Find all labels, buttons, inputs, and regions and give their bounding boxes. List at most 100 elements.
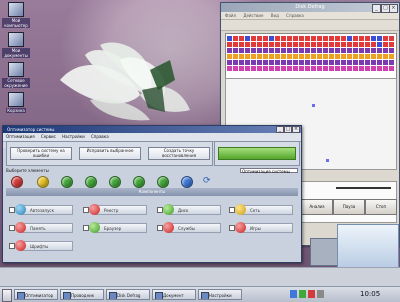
cluster-block [353, 42, 358, 47]
ok-icon[interactable] [61, 176, 73, 188]
clock-widget [337, 224, 399, 268]
cluster-block [227, 54, 232, 59]
tile-browser[interactable]: Браузер [83, 221, 147, 235]
tile-autorun[interactable]: Автозапуск [9, 203, 73, 217]
run-optimization-button[interactable] [218, 147, 296, 160]
cluster-block [245, 54, 250, 59]
cluster-block [353, 48, 358, 53]
desktop-icon-my-computer[interactable]: Мой компьютер [2, 2, 30, 28]
pause-button[interactable]: Пауза [333, 199, 365, 215]
tile-memory[interactable]: Память [9, 221, 73, 235]
security-icon[interactable] [308, 290, 315, 298]
cluster-block [269, 42, 274, 47]
task-explorer[interactable]: Проводник [60, 289, 104, 300]
cluster-block [341, 42, 346, 47]
cluster-block [239, 48, 244, 53]
status-field[interactable]: Оптимизация системы [240, 168, 298, 174]
disk-toolbar [221, 20, 399, 31]
optimizer-title: Оптимизатор системы [7, 127, 55, 132]
cluster-block [389, 60, 394, 65]
network-icon[interactable] [290, 290, 297, 298]
cluster-block [227, 48, 232, 53]
desktop-icon-trash[interactable]: Корзина [2, 92, 30, 113]
cluster-block [317, 66, 322, 71]
cluster-block [233, 54, 238, 59]
minimize-icon[interactable]: _ [276, 126, 284, 133]
task-defrag[interactable]: Disk Defrag [106, 289, 150, 300]
cluster-block [377, 66, 382, 71]
cluster-block [257, 36, 262, 41]
check-system-button[interactable]: Проверить систему на ошибки [10, 147, 72, 160]
tile-registry[interactable]: Реестр [83, 203, 147, 217]
restore-point-button[interactable]: Создать точку восстановления [148, 147, 210, 160]
fix-selected-button[interactable]: Исправить выбранное [79, 147, 141, 160]
disk-icon [109, 292, 117, 299]
disk-window-titlebar[interactable]: Disk Defrag _ □ × [221, 3, 399, 13]
cluster-block [329, 36, 334, 41]
error-icon[interactable] [11, 176, 23, 188]
stop-button[interactable]: Стоп [365, 199, 397, 215]
cluster-block [287, 66, 292, 71]
cluster-block [245, 66, 250, 71]
disk-menu-view[interactable]: Вид [271, 13, 279, 18]
refresh-icon[interactable]: ⟳ [203, 176, 213, 186]
tile-disk[interactable]: Диск [157, 203, 221, 217]
menu-optimization[interactable]: Оптимизация [6, 134, 35, 139]
tile-label: Реестр [95, 205, 147, 215]
warning-icon[interactable] [37, 176, 49, 188]
cluster-block [251, 66, 256, 71]
cluster-block [263, 42, 268, 47]
cluster-block [269, 66, 274, 71]
tile-network[interactable]: Сеть [229, 203, 293, 217]
disk-menu-action[interactable]: Действие [243, 13, 263, 18]
cluster-block [317, 60, 322, 65]
maximize-icon[interactable]: □ [284, 126, 292, 133]
cluster-block [371, 54, 376, 59]
disk-menu-file[interactable]: Файл [225, 13, 236, 18]
cluster-block [293, 48, 298, 53]
cluster-block [353, 66, 358, 71]
task-document[interactable]: Документ [152, 289, 196, 300]
gear-icon [201, 292, 209, 299]
cluster-block [245, 42, 250, 47]
close-icon[interactable]: × [292, 126, 300, 133]
task-settings[interactable]: Настройки [198, 289, 242, 300]
cluster-block [257, 48, 262, 53]
tile-services[interactable]: Службы [157, 221, 221, 235]
ok-icon[interactable] [85, 176, 97, 188]
desktop-icon-network[interactable]: Сетевое окружение [2, 62, 30, 88]
cluster-block [383, 42, 388, 47]
keyboard-icon[interactable] [317, 290, 324, 298]
cluster-block [329, 66, 334, 71]
task-optimizer[interactable]: Оптимизатор [14, 289, 58, 300]
desktop-icon-documents[interactable]: Мои документы [2, 32, 30, 58]
cluster-block [269, 54, 274, 59]
cluster-block [329, 60, 334, 65]
menu-service[interactable]: Сервис [41, 134, 56, 139]
disk-menu-help[interactable]: Справка [286, 13, 304, 18]
cluster-block [275, 48, 280, 53]
ok-icon[interactable] [133, 176, 145, 188]
optimizer-titlebar[interactable]: Оптимизатор системы _ □ × [3, 126, 301, 133]
analyze-button[interactable]: Анализ [301, 199, 333, 215]
menu-help[interactable]: Справка [91, 134, 109, 139]
cluster-block [329, 48, 334, 53]
volume-icon[interactable] [299, 290, 306, 298]
clock[interactable]: 10:05 [360, 288, 380, 300]
cluster-block [323, 66, 328, 71]
cluster-block [305, 42, 310, 47]
cluster-block [233, 48, 238, 53]
cluster-block [311, 66, 316, 71]
ok-icon[interactable] [157, 176, 169, 188]
minimize-icon[interactable]: _ [372, 4, 381, 13]
cluster-block [353, 36, 358, 41]
info-icon[interactable] [181, 176, 193, 188]
ok-icon[interactable] [109, 176, 121, 188]
close-icon[interactable]: × [389, 4, 398, 13]
tile-games[interactable]: Игры [229, 221, 293, 235]
tile-label: Диск [169, 205, 221, 215]
workspace-preview[interactable] [310, 238, 338, 266]
start-button[interactable] [2, 289, 12, 302]
tile-fonts[interactable]: Шрифты [9, 239, 73, 253]
menu-settings[interactable]: Настройки [62, 134, 85, 139]
